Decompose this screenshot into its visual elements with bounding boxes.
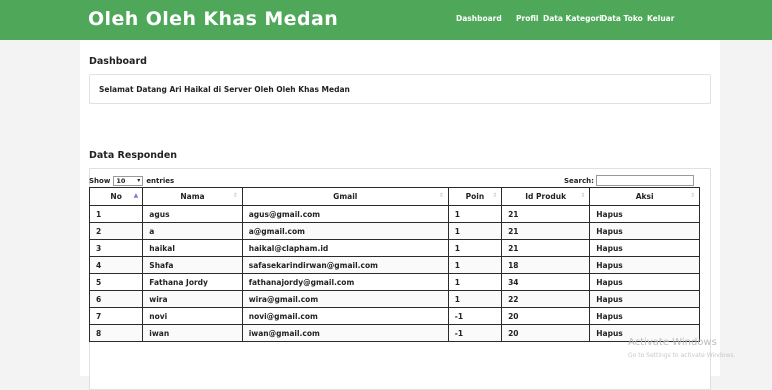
table-row: 6 wira wira@gmail.com 1 22 Hapus <box>88 290 700 308</box>
column-header-label: Nama <box>180 192 205 201</box>
entries-length-control: Show 10 ▾ entries <box>89 176 174 186</box>
cell-no: 2 <box>88 222 144 240</box>
table-row: 3 haikal haikal@clapham.id 1 21 Hapus <box>88 239 700 257</box>
nav-link-keluar[interactable]: Keluar <box>647 14 674 23</box>
entries-select[interactable]: 10 ▾ <box>113 176 144 186</box>
column-header-label: No <box>110 192 122 201</box>
cell-poin: 1 <box>447 290 503 308</box>
entries-select-value: 10 <box>116 177 126 185</box>
column-header-label: Poin <box>465 192 485 201</box>
cell-no: 5 <box>88 273 144 291</box>
cell-id-produk: 20 <box>501 324 591 342</box>
delete-link[interactable]: Hapus <box>596 244 623 253</box>
delete-link[interactable]: Hapus <box>596 295 623 304</box>
cell-id-produk: 21 <box>501 205 591 223</box>
column-header-gmail[interactable]: Gmail ⇕ <box>241 187 449 206</box>
cell-nama: Shafa <box>142 256 243 274</box>
sort-icon: ⇕ <box>689 192 695 199</box>
cell-gmail: fathanajordy@gmail.com <box>241 273 449 291</box>
cell-nama: haikal <box>142 239 243 257</box>
sort-icon: ⇕ <box>438 192 444 199</box>
sort-icon: ⇕ <box>232 192 238 199</box>
cell-no: 7 <box>88 307 144 325</box>
nav-link-data-kategori[interactable]: Data Kategori <box>543 14 602 23</box>
cell-poin: 1 <box>447 273 503 291</box>
welcome-panel: Selamat Datang Ari Haikal di Server Oleh… <box>89 74 711 104</box>
cell-id-produk: 22 <box>501 290 591 308</box>
cell-gmail: haikal@clapham.id <box>241 239 449 257</box>
delete-link[interactable]: Hapus <box>596 227 623 236</box>
cell-nama: novi <box>142 307 243 325</box>
column-header-label: Aksi <box>635 192 654 201</box>
column-header-nama[interactable]: Nama ⇕ <box>142 187 243 206</box>
cell-nama: a <box>142 222 243 240</box>
search-control: Search: <box>564 175 694 186</box>
nav-link-data-toko[interactable]: Data Toko <box>601 14 643 23</box>
delete-link[interactable]: Hapus <box>596 210 623 219</box>
cell-poin: -1 <box>447 307 503 325</box>
table-row: 4 Shafa safasekarindirwan@gmail.com 1 18… <box>88 256 700 274</box>
table-row: 1 agus agus@gmail.com 1 21 Hapus <box>88 205 700 223</box>
site-brand[interactable]: Oleh Oleh Khas Medan <box>88 8 338 30</box>
welcome-message: Selamat Datang Ari Haikal di Server Oleh… <box>99 85 350 94</box>
cell-poin: 1 <box>447 205 503 223</box>
table-row: 8 iwan iwan@gmail.com -1 20 Hapus <box>88 324 700 342</box>
cell-no: 1 <box>88 205 144 223</box>
responden-title: Data Responden <box>89 150 178 161</box>
cell-no: 3 <box>88 239 144 257</box>
main-content: Dashboard Selamat Datang Ari Haikal di S… <box>80 40 720 390</box>
table-row: 5 Fathana Jordy fathanajordy@gmail.com 1… <box>88 273 700 291</box>
nav-link-profil[interactable]: Profil <box>516 14 538 23</box>
table-header-row: No ▲ Nama ⇕ Gmail ⇕ Poin ⇕ Id Produk ⇕ Aksi ⇕ <box>88 187 700 206</box>
table-row: 2 a a@gmail.com 1 21 Hapus <box>88 222 700 240</box>
cell-gmail: safasekarindirwan@gmail.com <box>241 256 449 274</box>
dashboard-title: Dashboard <box>89 56 147 67</box>
cell-id-produk: 21 <box>501 239 591 257</box>
entries-label: entries <box>146 177 175 185</box>
cell-nama: iwan <box>142 324 243 342</box>
search-input[interactable] <box>595 175 694 186</box>
sort-icon: ⇕ <box>492 192 498 199</box>
responden-table: No ▲ Nama ⇕ Gmail ⇕ Poin ⇕ Id Produk ⇕ Aksi ⇕ … <box>88 187 700 342</box>
cell-gmail: iwan@gmail.com <box>241 324 449 342</box>
cell-no: 6 <box>88 290 144 308</box>
cell-gmail: wira@gmail.com <box>241 290 449 308</box>
delete-link[interactable]: Hapus <box>596 329 623 338</box>
search-label: Search: <box>564 176 594 185</box>
table-row: 7 novi novi@gmail.com -1 20 Hapus <box>88 307 700 325</box>
cell-nama: agus <box>142 205 243 223</box>
cell-poin: 1 <box>447 239 503 257</box>
cell-no: 8 <box>88 324 144 342</box>
column-header-label: Gmail <box>333 192 358 201</box>
column-header-label: Id Produk <box>525 192 567 201</box>
cell-id-produk: 20 <box>501 307 591 325</box>
cell-gmail: a@gmail.com <box>241 222 449 240</box>
nav-link-dashboard[interactable]: Dashboard <box>456 14 502 23</box>
cell-nama: Fathana Jordy <box>142 273 243 291</box>
cell-gmail: novi@gmail.com <box>241 307 449 325</box>
delete-link[interactable]: Hapus <box>596 261 623 270</box>
activate-windows-subtitle: Go to Settings to activate Windows. <box>628 352 736 359</box>
cell-no: 4 <box>88 256 144 274</box>
cell-poin: -1 <box>447 324 503 342</box>
column-header-poin[interactable]: Poin ⇕ <box>447 187 503 206</box>
sort-asc-icon: ▲ <box>133 192 139 199</box>
sort-icon: ⇕ <box>580 192 586 199</box>
delete-link[interactable]: Hapus <box>596 278 623 287</box>
show-label: Show <box>89 177 111 185</box>
chevron-down-icon: ▾ <box>137 177 141 184</box>
column-header-aksi[interactable]: Aksi ⇕ <box>589 187 700 206</box>
activate-windows-watermark: Activate Windows <box>628 337 717 348</box>
cell-nama: wira <box>142 290 243 308</box>
cell-gmail: agus@gmail.com <box>241 205 449 223</box>
cell-id-produk: 18 <box>501 256 591 274</box>
delete-link[interactable]: Hapus <box>596 312 623 321</box>
cell-poin: 1 <box>447 222 503 240</box>
top-navbar: Oleh Oleh Khas Medan Dashboard Profil Da… <box>0 0 772 40</box>
column-header-id-produk[interactable]: Id Produk ⇕ <box>501 187 591 206</box>
cell-id-produk: 34 <box>501 273 591 291</box>
cell-id-produk: 21 <box>501 222 591 240</box>
cell-poin: 1 <box>447 256 503 274</box>
column-header-no[interactable]: No ▲ <box>88 187 144 206</box>
